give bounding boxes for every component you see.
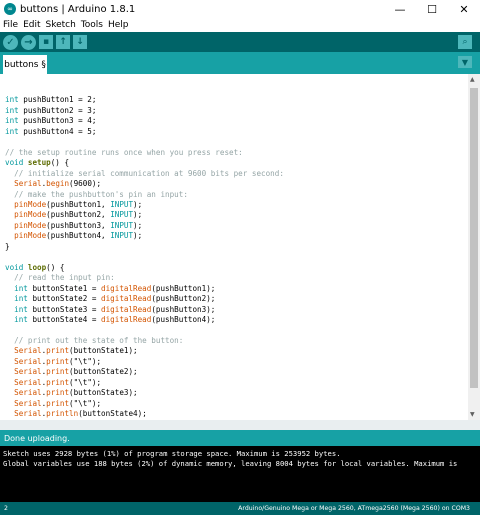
footer-bar: 2 Arduino/Genuino Mega or Mega 2560, ATm… (0, 502, 480, 515)
status-message: Done uploading. (4, 433, 70, 443)
chevron-down-icon: ▼ (461, 57, 469, 67)
save-button[interactable]: ↓ (73, 35, 87, 49)
code-editor[interactable]: int pushButton1 = 2; int pushButton2 = 3… (0, 74, 468, 420)
serial-monitor-button[interactable]: ⌕ (458, 35, 472, 49)
arrow-up-icon: ↑ (59, 37, 67, 47)
checkmark-icon: ✓ (6, 36, 15, 48)
menu-sketch[interactable]: Sketch (46, 20, 76, 30)
editor-scrollbar[interactable]: ▲ ▼ (468, 74, 480, 420)
tab-menu-button[interactable]: ▼ (458, 56, 472, 68)
verify-button[interactable]: ✓ (3, 34, 18, 50)
scroll-thumb[interactable] (470, 88, 478, 388)
console-output: Sketch uses 2928 bytes (1%) of program s… (0, 446, 480, 502)
maximize-button[interactable]: ☐ (416, 0, 448, 18)
close-button[interactable]: ✕ (448, 0, 480, 18)
arrow-right-icon: → (24, 36, 33, 48)
console-text: Sketch uses 2928 bytes (1%) of program s… (3, 449, 458, 468)
line-number: 2 (4, 505, 8, 512)
minimize-button[interactable]: — (384, 0, 416, 18)
menu-tools[interactable]: Tools (81, 20, 103, 30)
menu-bar: File Edit Sketch Tools Help (0, 18, 480, 32)
status-bar: Done uploading. (0, 430, 480, 446)
upload-button[interactable]: → (21, 34, 36, 50)
new-button[interactable]: ▪ (39, 35, 53, 49)
window-controls: — ☐ ✕ (384, 0, 480, 18)
code-text[interactable]: int pushButton1 = 2; int pushButton2 = 3… (0, 74, 468, 420)
toolbar: ✓ → ▪ ↑ ↓ ⌕ (0, 32, 480, 52)
scroll-down-icon[interactable]: ▼ (470, 411, 475, 418)
title-bar: ∞ buttons | Arduino 1.8.1 — ☐ ✕ (0, 0, 480, 18)
editor-console-divider[interactable] (0, 420, 480, 430)
menu-edit[interactable]: Edit (23, 20, 40, 30)
board-info: Arduino/Genuino Mega or Mega 2560, ATmeg… (238, 505, 470, 512)
menu-file[interactable]: File (3, 20, 18, 30)
tab-bar: buttons § ▼ (0, 52, 480, 74)
open-button[interactable]: ↑ (56, 35, 70, 49)
menu-help[interactable]: Help (108, 20, 129, 30)
arduino-logo-icon: ∞ (4, 3, 16, 15)
scroll-up-icon[interactable]: ▲ (470, 76, 475, 83)
window-title: buttons | Arduino 1.8.1 (20, 3, 136, 15)
tab-buttons[interactable]: buttons § (3, 55, 47, 74)
new-file-icon: ▪ (42, 37, 50, 47)
magnifier-icon: ⌕ (462, 37, 468, 47)
arrow-down-icon: ↓ (76, 37, 84, 47)
